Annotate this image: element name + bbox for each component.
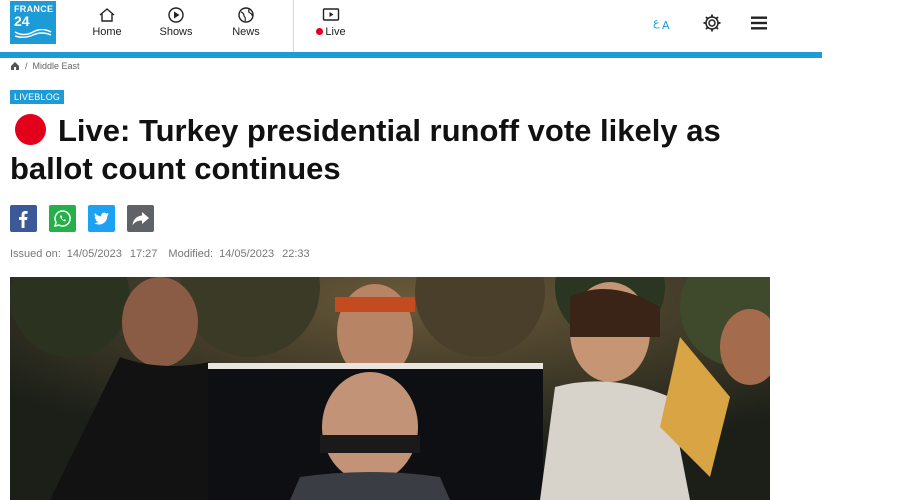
modified-label: Modified: <box>168 248 214 260</box>
france24-logo[interactable]: FRANCE 24 <box>10 1 56 44</box>
modified-time: 22:33 <box>282 248 310 260</box>
share-facebook-button[interactable] <box>10 205 37 232</box>
nav-shows-label: Shows <box>159 26 193 38</box>
share-twitter-button[interactable] <box>88 205 115 232</box>
page-title: Live: Turkey presidential runoff vote li… <box>10 112 800 188</box>
play-circle-icon <box>168 7 184 23</box>
whatsapp-icon <box>53 210 71 228</box>
breadcrumb-separator: / <box>25 61 28 71</box>
header-accent-bar <box>0 52 822 58</box>
home-icon[interactable] <box>10 61 20 71</box>
breadcrumb: / Middle East <box>10 61 80 71</box>
gear-icon[interactable] <box>701 12 723 34</box>
share-whatsapp-button[interactable] <box>49 205 76 232</box>
share-arrow-icon <box>132 212 149 226</box>
nav-home-label: Home <box>92 26 122 38</box>
nav-shows[interactable]: Shows <box>158 6 194 38</box>
live-indicator-icon <box>15 114 46 145</box>
issued-label: Issued on: <box>10 248 61 260</box>
share-bar <box>10 205 154 232</box>
twitter-icon <box>94 212 109 225</box>
site-header: FRANCE 24 Home Shows News Live ع A <box>0 0 822 52</box>
crowd-photo <box>10 277 770 500</box>
facebook-icon <box>19 211 28 228</box>
home-icon <box>99 8 115 22</box>
nav-separator <box>293 0 294 52</box>
svg-text:A: A <box>662 19 670 32</box>
tv-play-icon <box>322 8 340 21</box>
hero-image <box>10 277 770 500</box>
nav-home[interactable]: Home <box>91 6 123 38</box>
article-title-block: Live: Turkey presidential runoff vote li… <box>10 112 800 188</box>
nav-live-label: Live <box>325 26 346 38</box>
issued-date: 14/05/2023 <box>66 248 122 260</box>
article-title: Live: Turkey presidential runoff vote li… <box>10 113 721 186</box>
nav-news[interactable]: News <box>230 6 262 38</box>
share-more-button[interactable] <box>127 205 154 232</box>
issued-time: 17:27 <box>129 248 158 260</box>
liveblog-badge: LIVEBLOG <box>10 90 65 104</box>
modified-date: 14/05/2023 <box>219 248 275 260</box>
nav-live[interactable]: Live <box>313 6 349 38</box>
logo-waves-icon <box>14 29 52 39</box>
logo-text-line2: 24 <box>14 13 30 29</box>
hamburger-menu-icon[interactable] <box>748 12 770 34</box>
breadcrumb-section-link[interactable]: Middle East <box>33 61 80 71</box>
nav-news-label: News <box>232 26 260 38</box>
language-icon[interactable]: ع A <box>652 12 674 34</box>
article-dates: Issued on: 14/05/2023 17:27 Modified: 14/05… <box>10 248 318 260</box>
live-dot-icon <box>316 28 324 35</box>
svg-text:ع: ع <box>653 16 660 29</box>
globe-icon <box>238 7 254 23</box>
